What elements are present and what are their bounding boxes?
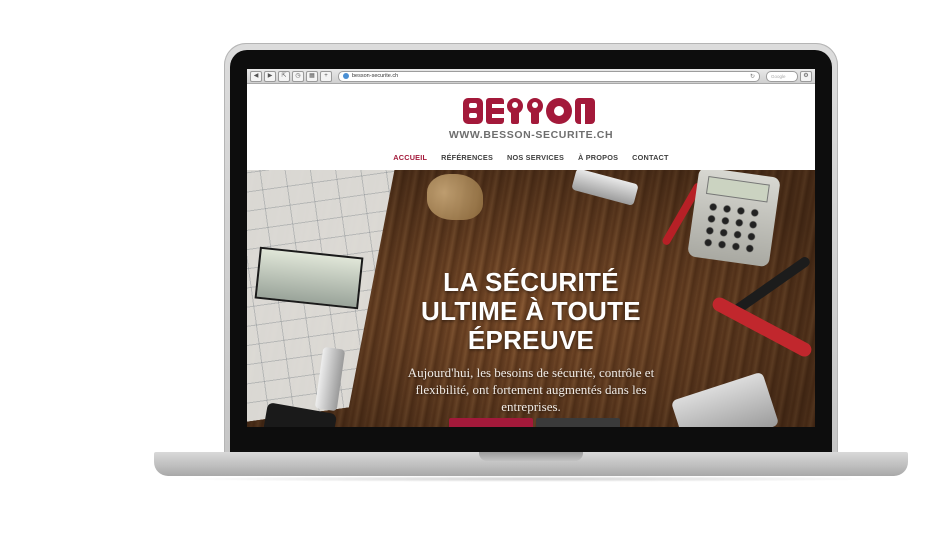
hero-subtitle: Aujourd'hui, les besoins de sécurité, co… — [407, 365, 655, 414]
nav-item-contact[interactable]: CONTACT — [632, 153, 669, 162]
besson-logo[interactable] — [461, 96, 597, 126]
hero-banner: LA SÉCURITÉ ULTIME À TOUTE ÉPREUVE Aujou… — [247, 170, 815, 427]
soldering-tool-image — [732, 255, 812, 315]
hero-title: LA SÉCURITÉ ULTIME À TOUTE ÉPREUVE — [331, 268, 731, 355]
settings-icon[interactable]: ⚙ — [800, 70, 812, 82]
site-header: WWW.BESSON-SECURITE.CH ACCUEIL RÉFÉRENCE… — [247, 84, 815, 170]
laptop-base-notch — [479, 452, 583, 461]
lock-cylinder-image — [571, 170, 639, 206]
hero-secondary-button[interactable] — [536, 418, 620, 427]
history-icon[interactable]: ◷ — [292, 70, 304, 82]
nav-item-references[interactable]: RÉFÉRENCES — [441, 153, 493, 162]
keypad-display — [705, 176, 770, 203]
hero-content: LA SÉCURITÉ ULTIME À TOUTE ÉPREUVE Aujou… — [331, 268, 731, 415]
keypad-device-image — [687, 170, 781, 268]
nav-item-a-propos[interactable]: À PROPOS — [578, 153, 618, 162]
hero-buttons — [449, 418, 620, 427]
laptop-screen: ◀ ▶ ⇱ ◷ ▦ + besson-securite.ch ↻ Google … — [247, 69, 815, 427]
site-url-tagline: WWW.BESSON-SECURITE.CH — [448, 129, 614, 141]
hero-title-line-1: LA SÉCURITÉ — [443, 267, 619, 297]
hero-primary-button[interactable] — [449, 418, 533, 427]
bookmarks-icon[interactable]: ▦ — [306, 70, 318, 82]
brass-keys-image — [427, 174, 483, 220]
back-icon[interactable]: ◀ — [250, 70, 262, 82]
keypad-keys — [700, 200, 763, 256]
forward-icon[interactable]: ▶ — [264, 70, 276, 82]
browser-toolbar: ◀ ▶ ⇱ ◷ ▦ + besson-securite.ch ↻ Google … — [247, 69, 815, 84]
hero-title-line-2: ULTIME À TOUTE — [421, 296, 641, 326]
laptop-shadow — [170, 476, 892, 482]
reload-icon[interactable]: ↻ — [750, 73, 755, 80]
search-field[interactable]: Google — [766, 70, 798, 82]
share-icon[interactable]: ⇱ — [278, 70, 290, 82]
new-tab-icon[interactable]: + — [320, 70, 332, 82]
nav-item-nos-services[interactable]: NOS SERVICES — [507, 153, 564, 162]
nav-item-accueil[interactable]: ACCUEIL — [393, 153, 427, 162]
globe-icon — [343, 73, 349, 79]
hero-title-line-3: ÉPREUVE — [467, 325, 595, 355]
main-nav: ACCUEIL RÉFÉRENCES NOS SERVICES À PROPOS… — [247, 153, 815, 162]
address-bar[interactable]: besson-securite.ch ↻ — [338, 70, 760, 82]
address-bar-url: besson-securite.ch — [352, 73, 399, 79]
